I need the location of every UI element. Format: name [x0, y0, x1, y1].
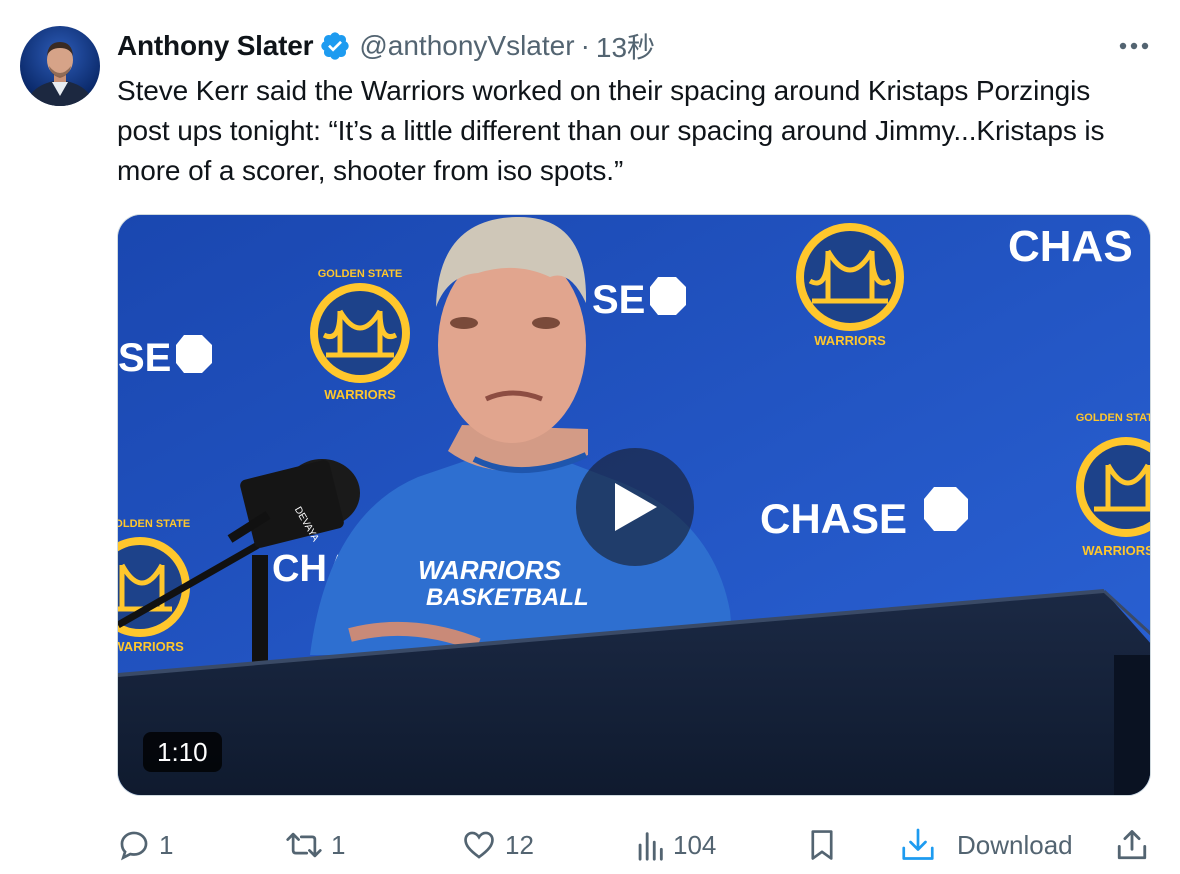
avatar-photo	[26, 42, 94, 106]
download-icon	[902, 828, 934, 860]
video-duration: 1:10	[143, 732, 222, 772]
tweet-header: Anthony Slater @anthonyVslater · 13秒	[117, 28, 655, 64]
like-count: 12	[505, 829, 534, 860]
reply-icon	[120, 831, 148, 861]
play-icon	[615, 483, 657, 531]
sponsor-text: SE	[592, 278, 645, 322]
shirt-text: WARRIORS	[418, 555, 562, 585]
avatar[interactable]	[20, 26, 100, 106]
download-button[interactable]: Download	[899, 822, 1073, 868]
logo-text: GOLDEN STATE	[118, 518, 190, 530]
logo-text: WARRIORS	[118, 639, 184, 654]
share-button[interactable]	[1115, 822, 1149, 868]
shirt-text: BASKETBALL	[426, 584, 589, 611]
tweet-text: Steve Kerr said the Warriors worked on t…	[117, 75, 1105, 186]
logo-text: WARRIORS	[1082, 543, 1151, 558]
views-count: 104	[673, 829, 717, 860]
logo-text: WARRIORS	[814, 333, 886, 348]
action-bar: 1 1 12 104 Download	[117, 822, 1157, 868]
bookmark-button[interactable]	[805, 822, 839, 868]
reply-count: 1	[159, 829, 174, 860]
logo-text: WARRIORS	[324, 387, 396, 402]
views-button[interactable]: 104	[635, 822, 716, 868]
logo-text: GOLDEN STATE	[318, 268, 403, 280]
share-icon	[1117, 830, 1147, 860]
header-separator: ·	[580, 30, 590, 61]
repost-button[interactable]: 1	[285, 822, 345, 868]
repost-count: 1	[331, 829, 346, 860]
verified-badge-icon	[319, 30, 351, 62]
video-player[interactable]: GOLDEN STATE WARRIORS WARRIORS GOLDEN ST…	[117, 214, 1151, 796]
reply-button[interactable]: 1	[117, 822, 173, 868]
views-icon	[638, 832, 663, 861]
sponsor-text: CHAS	[1008, 222, 1133, 271]
like-icon	[464, 831, 494, 859]
play-button[interactable]	[576, 448, 694, 566]
more-button[interactable]	[1112, 30, 1156, 62]
author-handle[interactable]: @anthonyVslater	[359, 30, 574, 62]
bookmark-icon	[811, 830, 833, 860]
sponsor-text: SE	[118, 336, 171, 380]
tweet-timestamp[interactable]: 13秒	[596, 26, 655, 66]
logo-text: GOLDEN STATE	[1076, 412, 1151, 424]
like-button[interactable]: 12	[461, 822, 534, 868]
download-label: Download	[957, 829, 1073, 860]
more-icon	[1119, 42, 1149, 50]
repost-icon	[286, 832, 322, 858]
sponsor-text: CHASE	[760, 495, 907, 542]
author-display-name[interactable]: Anthony Slater	[117, 30, 314, 62]
